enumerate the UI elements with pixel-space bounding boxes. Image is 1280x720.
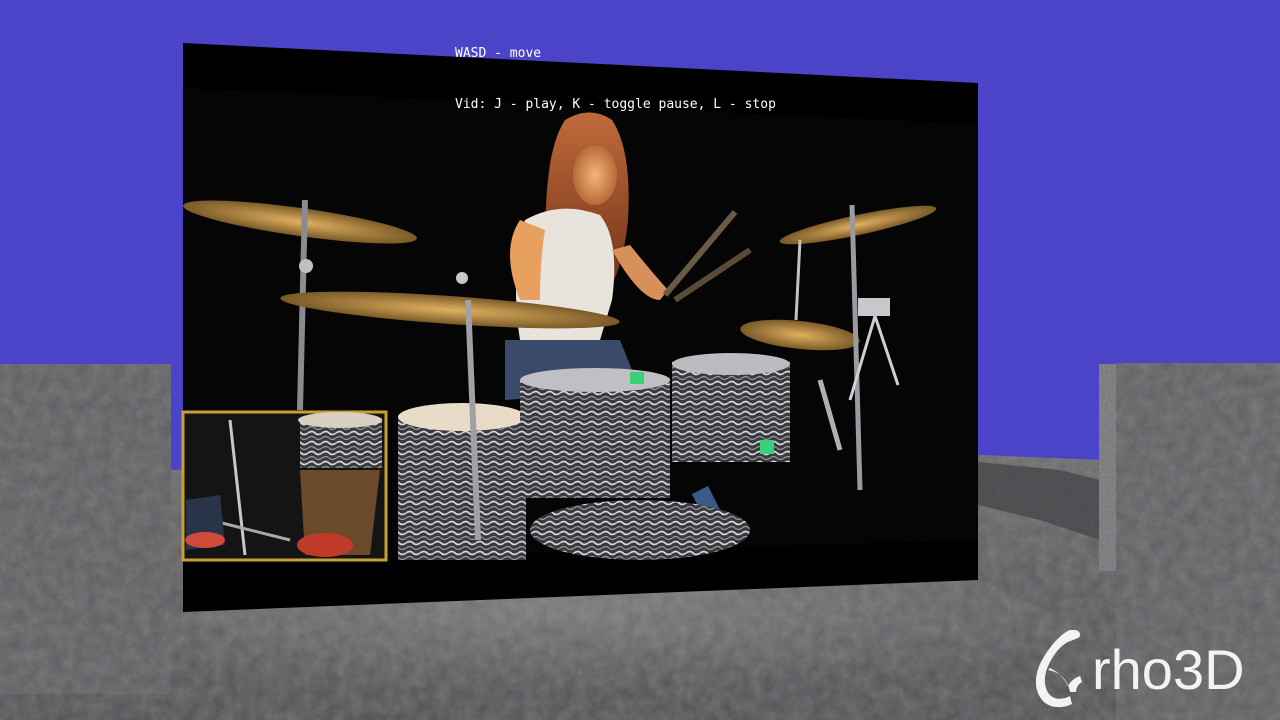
controls-help-text: WASD - move Vid: J - play, K - toggle pa…: [455, 11, 776, 130]
help-line-move: WASD - move: [455, 46, 542, 61]
urho-hook-icon: [1035, 630, 1082, 708]
logo-wordmark: rho3D: [1092, 638, 1245, 701]
video-inset-feet: [181, 410, 388, 562]
engine-logo: rho3D: [1030, 628, 1275, 712]
left-stone-wall: [0, 364, 171, 694]
help-line-video: Vid: J - play, K - toggle pause, L - sto…: [455, 97, 776, 112]
